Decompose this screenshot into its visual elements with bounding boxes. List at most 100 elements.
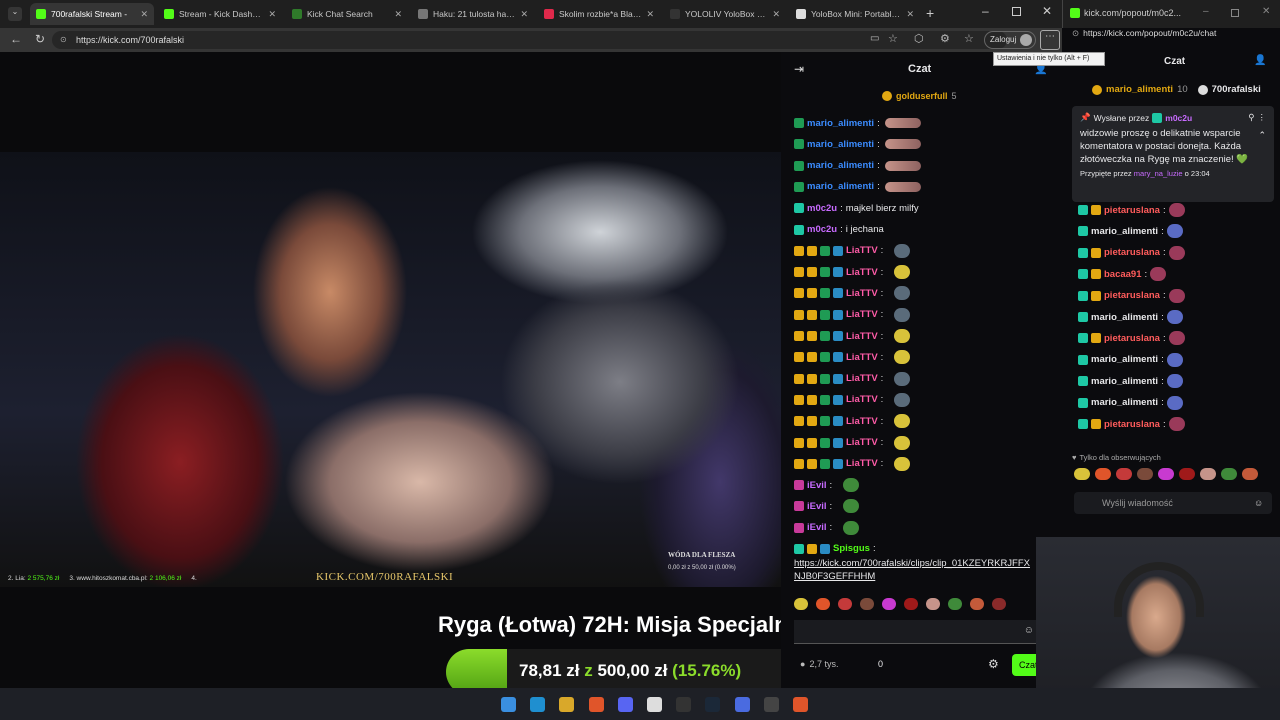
chat-username[interactable]: LiaTTV	[846, 416, 878, 427]
address-bar[interactable]: ⊙ https://kick.com/700rafalski	[52, 31, 1007, 49]
emote-icon[interactable]	[904, 598, 918, 610]
chat-username[interactable]: mario_alimenti	[1091, 376, 1158, 387]
media-icon[interactable]	[647, 697, 662, 712]
chat-settings-icon[interactable]: ⚙	[988, 657, 999, 671]
emote-icon[interactable]	[838, 598, 852, 610]
site-info-icon[interactable]: ⊙	[60, 35, 67, 44]
chat-username[interactable]: LiaTTV	[846, 267, 878, 278]
emote-icon[interactable]	[1179, 468, 1195, 480]
chat-username[interactable]: bacaa91	[1104, 269, 1142, 280]
maximize-button[interactable]	[1012, 7, 1021, 16]
close-window-button[interactable]: ✕	[1042, 4, 1052, 18]
edge-icon[interactable]	[530, 697, 546, 712]
emote-icon[interactable]	[1074, 468, 1090, 480]
popout-users-icon[interactable]: 👤	[1254, 55, 1266, 66]
popout-close-button[interactable]: ✕	[1262, 6, 1270, 17]
emote-icon[interactable]	[1095, 468, 1111, 480]
steam-icon[interactable]	[705, 697, 721, 712]
pinned-menu-icon[interactable]: ⋮	[1258, 112, 1267, 123]
tab-close-icon[interactable]: ✕	[772, 9, 780, 20]
chat-input[interactable]: ☺	[794, 620, 1044, 644]
emote-icon[interactable]	[882, 598, 896, 610]
extensions-icon[interactable]: ⬡	[914, 32, 924, 45]
tab-close-icon[interactable]: ✕	[646, 9, 654, 20]
emote-icon[interactable]	[1221, 468, 1237, 480]
popout-chat-input[interactable]: Wyślij wiadomość	[1074, 492, 1272, 514]
chat-username[interactable]: pietaruslana	[1104, 290, 1160, 301]
tab-close-icon[interactable]: ✕	[140, 9, 148, 20]
browser-tab[interactable]: YOLOLIV YoloBox Mini - ✕	[664, 3, 786, 25]
emoji-picker-icon[interactable]: ☺	[1024, 625, 1034, 636]
emote-icon[interactable]	[948, 598, 962, 610]
tab-close-icon[interactable]: ✕	[394, 9, 402, 20]
popout-emoji-icon[interactable]: ☺	[1254, 498, 1263, 508]
chat-username[interactable]: LiaTTV	[846, 394, 878, 405]
emote-icon[interactable]	[816, 598, 830, 610]
unpin-icon[interactable]: ⚲	[1248, 112, 1254, 123]
chat-username[interactable]: mario_alimenti	[807, 160, 874, 171]
chat-username[interactable]: LiaTTV	[846, 288, 878, 299]
chat-username[interactable]: LiaTTV	[846, 352, 878, 363]
emote-icon[interactable]	[794, 598, 808, 610]
split-screen-icon[interactable]: ⚙	[940, 32, 950, 45]
chat-username[interactable]: mario_alimenti	[1091, 312, 1158, 323]
chat-username[interactable]: iEvil	[807, 501, 827, 512]
chat-username[interactable]: LiaTTV	[846, 245, 878, 256]
chat-clip-link[interactable]: https://kick.com/700rafalski/clips/clip_…	[794, 558, 1038, 569]
tab-list-button[interactable]: ⌄	[8, 7, 22, 21]
chat-username[interactable]: mario_alimenti	[807, 139, 874, 150]
emote-icon[interactable]	[992, 598, 1006, 610]
epic-games-icon[interactable]	[676, 697, 692, 712]
popout-maximize-button[interactable]	[1231, 9, 1239, 17]
chat-username[interactable]: pietaruslana	[1104, 333, 1160, 344]
emote-icon[interactable]	[970, 598, 984, 610]
chat-username[interactable]: m0c2u	[807, 203, 837, 214]
emote-icon[interactable]	[1200, 468, 1216, 480]
popout-minimize-button[interactable]: –	[1203, 6, 1209, 17]
browser-tab[interactable]: Kick Chat Search ✕	[286, 3, 408, 25]
browser-tab[interactable]: YoloBox Mini: Portable all ✕	[790, 3, 920, 25]
chat-username[interactable]: LiaTTV	[846, 437, 878, 448]
chat-username[interactable]: pietaruslana	[1104, 247, 1160, 258]
chat-username[interactable]: pietaruslana	[1104, 205, 1160, 216]
reload-icon[interactable]: ↻	[35, 32, 45, 46]
chrome-icon[interactable]	[559, 697, 575, 712]
chat-username[interactable]: iEvil	[807, 480, 827, 491]
chat-username[interactable]: LiaTTV	[846, 331, 878, 342]
browser-tab[interactable]: Stream - Kick Dashboard ✕	[158, 3, 282, 25]
color-app-icon[interactable]	[793, 697, 808, 712]
tab-close-icon[interactable]: ✕	[268, 9, 276, 20]
chat-username[interactable]: LiaTTV	[846, 309, 878, 320]
video-player[interactable]	[0, 152, 781, 587]
chat-username[interactable]: m0c2u	[807, 224, 837, 235]
favorites-icon[interactable]: ☆	[964, 32, 974, 45]
chat-clip-link-2[interactable]: NJB0F3GEFFHHM	[794, 571, 1044, 582]
chat-username[interactable]: Spisgus	[833, 543, 870, 554]
emote-icon[interactable]	[1242, 468, 1258, 480]
obs-icon[interactable]	[763, 697, 779, 712]
chat-username[interactable]: mario_alimenti	[1091, 226, 1158, 237]
emote-icon[interactable]	[1158, 468, 1174, 480]
tab-close-icon[interactable]: ✕	[520, 9, 528, 20]
emote-icon[interactable]	[860, 598, 874, 610]
brave-icon[interactable]	[588, 697, 604, 712]
chat-username[interactable]: iEvil	[807, 522, 827, 533]
chat-username[interactable]: mario_alimenti	[1091, 397, 1158, 408]
browser-tab[interactable]: 700rafalski Stream - ✕	[30, 3, 154, 25]
chat-username[interactable]: pietaruslana	[1104, 419, 1160, 430]
collapse-chat-icon[interactable]: ⇥	[794, 62, 804, 76]
emote-icon[interactable]	[1116, 468, 1132, 480]
login-button[interactable]: Zaloguj	[984, 31, 1036, 49]
settings-more-button[interactable]: ⋯	[1040, 30, 1060, 50]
back-icon[interactable]: ←	[10, 32, 22, 46]
browser-tab[interactable]: Skolim rozbie*a Blankę ✕	[538, 3, 660, 25]
emote-icon[interactable]	[926, 598, 940, 610]
chat-username[interactable]: LiaTTV	[846, 458, 878, 469]
tab-close-icon[interactable]: ✕	[906, 9, 914, 20]
favorite-star-icon[interactable]: ☆	[888, 32, 898, 45]
windows-start-icon[interactable]	[501, 697, 516, 712]
popout-address-bar[interactable]: ⊙ https://kick.com/popout/m0c2u/chat	[1068, 28, 1280, 42]
collapse-icon[interactable]: ⌃	[1258, 130, 1266, 141]
chat-username[interactable]: mario_alimenti	[1091, 354, 1158, 365]
emote-icon[interactable]	[1137, 468, 1153, 480]
